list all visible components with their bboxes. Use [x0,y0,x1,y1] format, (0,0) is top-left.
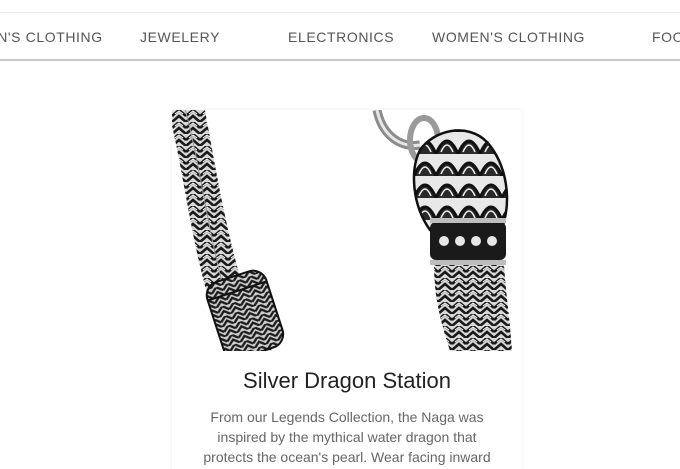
nav-item-food[interactable]: FOOD [652,29,680,45]
nav-item-electronics[interactable]: ELECTRONICS [288,29,394,45]
product-description: From our Legends Collection, the Naga wa… [203,409,491,465]
product-image[interactable] [172,110,522,360]
product-title[interactable]: Silver Dragon Station [172,368,522,394]
dragon-chain-bracelet-image-icon [172,110,512,360]
nav-item-womens-clothing[interactable]: WOMEN'S CLOTHING [432,29,585,45]
category-nav: MEN'S CLOTHING JEWELERY ELECTRONICS WOME… [0,12,680,61]
nav-item-jewelery[interactable]: JEWELERY [140,29,220,45]
nav-item-mens-clothing[interactable]: MEN'S CLOTHING [0,29,103,45]
product-card[interactable]: Silver Dragon Station From our Legends C… [172,110,522,469]
page: MEN'S CLOTHING JEWELERY ELECTRONICS WOME… [0,0,680,469]
